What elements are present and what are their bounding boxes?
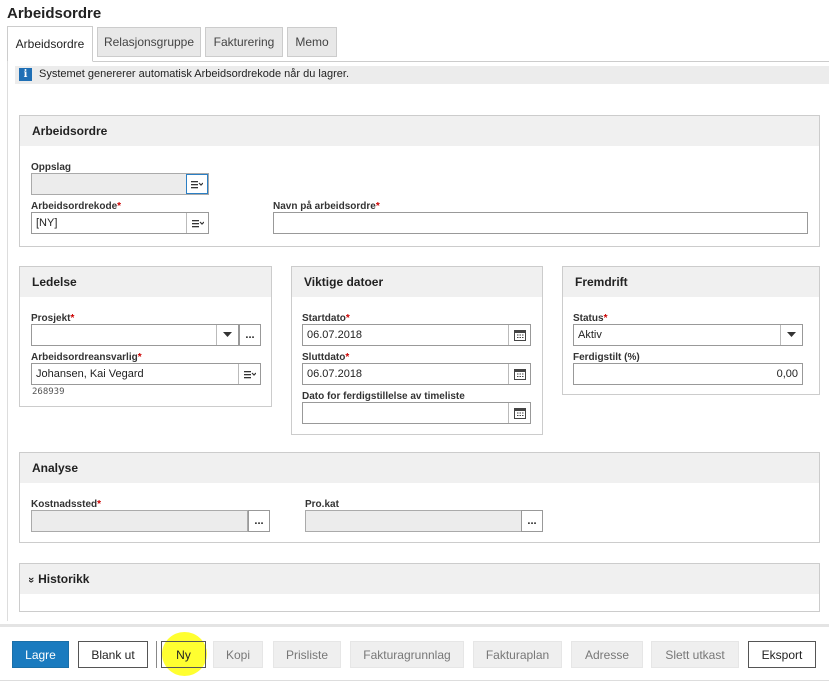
panel-title: Arbeidsordre: [32, 124, 108, 138]
oppslag-input[interactable]: [31, 173, 209, 195]
startdato-value: 06.07.2018: [307, 329, 363, 341]
fakturagrunnlag-button[interactable]: Fakturagrunnlag: [350, 641, 464, 668]
kopi-button[interactable]: Kopi: [213, 641, 263, 668]
expand-chevron-icon: »: [25, 576, 38, 584]
fremdrift-panel: Fremdrift Status* Aktiv Ferdigstilt (%) …: [562, 266, 820, 395]
bottom-divider: [0, 680, 829, 681]
sluttdato-input[interactable]: 06.07.2018: [302, 363, 531, 385]
prosjekt-label: Prosjekt*: [31, 313, 75, 324]
info-text: Systemet genererer automatisk Arbeidsord…: [39, 68, 349, 80]
ansvarlig-label: Arbeidsordreansvarlig*: [31, 352, 142, 363]
lagre-button[interactable]: Lagre: [12, 641, 69, 668]
ansvarlig-input[interactable]: Johansen, Kai Vegard: [31, 363, 261, 385]
ansvarlig-id: 268939: [32, 387, 65, 397]
ansvarlig-list-icon[interactable]: [238, 364, 260, 384]
adresse-button[interactable]: Adresse: [571, 641, 643, 668]
panel-header: Analyse: [20, 453, 819, 483]
arbeidsordrekode-list-icon[interactable]: [186, 213, 208, 233]
tab-divider: [93, 61, 829, 62]
status-label: Status*: [573, 313, 608, 324]
info-bar: i Systemet genererer automatisk Arbeidso…: [15, 66, 829, 84]
status-value: Aktiv: [578, 329, 602, 341]
calendar-icon[interactable]: [508, 403, 530, 423]
ledelse-panel: Ledelse Prosjekt* ... Arbeidsordreansvar…: [19, 266, 272, 407]
chevron-down-icon[interactable]: [216, 325, 238, 345]
blank-ut-button[interactable]: Blank ut: [78, 641, 148, 668]
panel-title: Fremdrift: [575, 275, 628, 289]
footer-divider: [0, 624, 829, 627]
arbeidsordrekode-label: Arbeidsordrekode*: [31, 201, 122, 212]
prokat-label: Pro.kat: [305, 499, 339, 510]
info-icon: i: [19, 68, 32, 81]
ny-button[interactable]: Ny: [161, 641, 206, 668]
historikk-header[interactable]: »Historikk: [20, 564, 819, 594]
tab-arbeidsordre[interactable]: Arbeidsordre: [7, 26, 93, 62]
panel-header: Fremdrift: [563, 267, 819, 297]
arbeidsordrekode-value: [NY]: [36, 217, 58, 229]
panel-title: Analyse: [32, 461, 79, 475]
calendar-icon[interactable]: [508, 364, 530, 384]
arbeidsordrekode-input[interactable]: [NY]: [31, 212, 209, 234]
oppslag-label: Oppslag: [31, 162, 72, 173]
panel-title: »Historikk: [25, 572, 90, 586]
page-title: Arbeidsordre: [7, 5, 102, 22]
kostnadssted-label: Kostnadssted*: [31, 499, 102, 510]
timeliste-input[interactable]: [302, 402, 531, 424]
kostnadssted-browse-button[interactable]: ...: [248, 510, 270, 532]
chevron-down-icon[interactable]: [780, 325, 802, 345]
fakturaplan-button[interactable]: Fakturaplan: [473, 641, 562, 668]
startdato-label: Startdato*: [302, 313, 350, 324]
analyse-panel: Analyse Kostnadssted* ... Pro.kat ...: [19, 452, 820, 543]
panel-title: Ledelse: [32, 275, 77, 289]
content-frame: [7, 61, 8, 621]
prokat-browse-button[interactable]: ...: [521, 510, 543, 532]
timeliste-label: Dato for ferdigstillelse av timeliste: [302, 391, 465, 402]
navn-label: Navn på arbeidsordre*: [273, 201, 380, 212]
tab-fakturering[interactable]: Fakturering: [205, 27, 283, 57]
ansvarlig-value: Johansen, Kai Vegard: [36, 368, 144, 380]
ferdigstilt-input[interactable]: 0,00: [573, 363, 803, 385]
startdato-input[interactable]: 06.07.2018: [302, 324, 531, 346]
tab-memo[interactable]: Memo: [287, 27, 337, 57]
prosjekt-select[interactable]: [31, 324, 239, 346]
button-separator: [156, 641, 157, 668]
tab-relasjonsgruppe[interactable]: Relasjonsgruppe: [97, 27, 201, 57]
sluttdato-value: 06.07.2018: [307, 368, 363, 380]
oppslag-list-icon[interactable]: [186, 174, 208, 194]
eksport-button[interactable]: Eksport: [748, 641, 816, 668]
panel-title: Viktige datoer: [304, 275, 384, 289]
sluttdato-label: Sluttdato*: [302, 352, 350, 363]
arbeidsordre-panel: Arbeidsordre Oppslag Arbeidsordrekode* […: [19, 115, 820, 247]
panel-header: Ledelse: [20, 267, 271, 297]
calendar-icon[interactable]: [508, 325, 530, 345]
prokat-input[interactable]: [305, 510, 522, 532]
prisliste-button[interactable]: Prisliste: [273, 641, 341, 668]
prosjekt-browse-button[interactable]: ...: [239, 324, 261, 346]
kostnadssted-input[interactable]: [31, 510, 248, 532]
slett-utkast-button[interactable]: Slett utkast: [651, 641, 739, 668]
ferdigstilt-label: Ferdigstilt (%): [573, 352, 640, 363]
navn-input[interactable]: [273, 212, 808, 234]
historikk-panel: »Historikk: [19, 563, 820, 612]
panel-header: Viktige datoer: [292, 267, 542, 297]
status-select[interactable]: Aktiv: [573, 324, 803, 346]
panel-header: Arbeidsordre: [20, 116, 819, 146]
viktige-datoer-panel: Viktige datoer Startdato* 06.07.2018 Slu…: [291, 266, 543, 435]
